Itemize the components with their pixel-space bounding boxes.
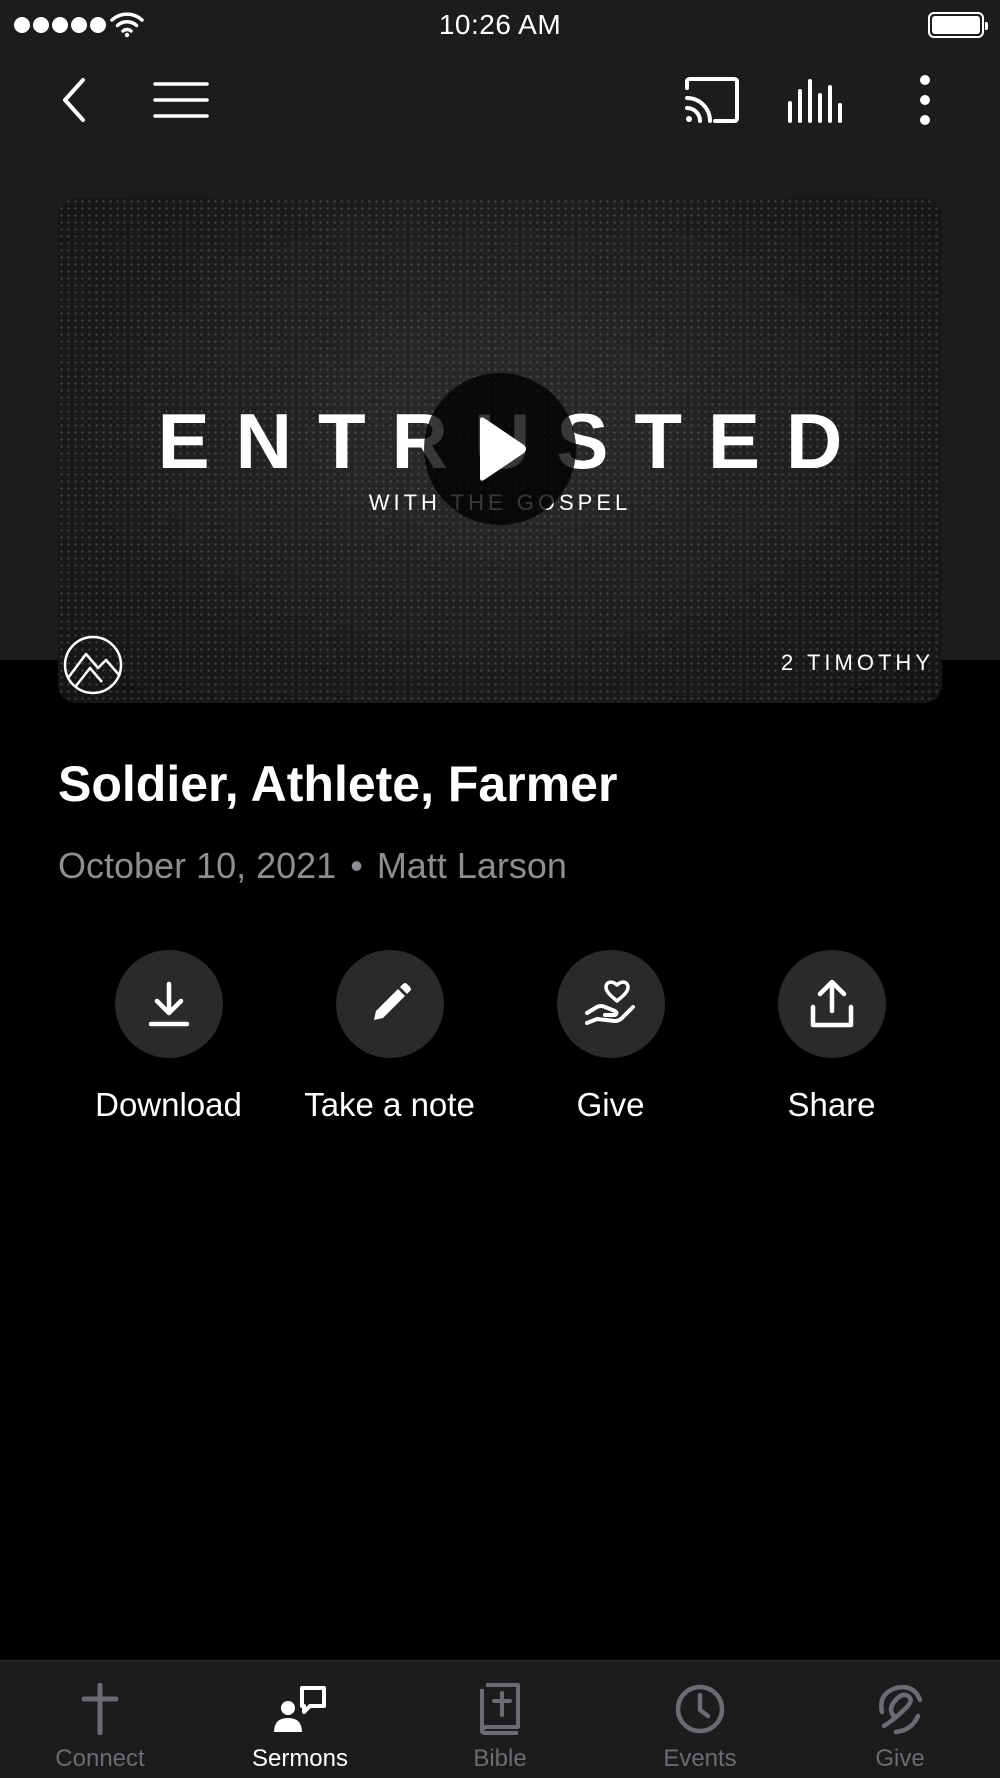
back-button[interactable] (46, 64, 102, 136)
cast-button[interactable] (676, 64, 748, 136)
tab-bible-label: Bible (473, 1745, 527, 1772)
more-options-button[interactable] (900, 64, 950, 136)
menu-button[interactable] (148, 64, 214, 136)
tab-connect-label: Connect (55, 1745, 145, 1772)
status-time: 10:26 AM (438, 9, 562, 40)
take-note-label: Take a note (304, 1086, 475, 1123)
sermon-title: Soldier, Athlete, Farmer (58, 756, 618, 812)
audio-button[interactable] (780, 64, 850, 136)
download-button[interactable]: Download (58, 950, 279, 1124)
give-label: Give (576, 1086, 645, 1123)
pencil-icon (373, 983, 411, 1020)
play-button[interactable] (424, 373, 576, 525)
tab-connect[interactable]: Connect (0, 1661, 200, 1778)
play-icon (480, 417, 526, 481)
tab-give-label: Give (875, 1745, 925, 1772)
download-icon (148, 981, 189, 1027)
share-label: Share (787, 1086, 876, 1123)
audio-bars-icon (788, 79, 842, 123)
hamburger-icon (153, 82, 209, 118)
take-note-circle[interactable] (335, 950, 444, 1058)
sermons-icon (272, 1681, 328, 1737)
tab-events[interactable]: Events (600, 1661, 800, 1778)
cross-icon (72, 1681, 128, 1737)
cast-icon (685, 77, 739, 123)
share-circle[interactable] (777, 950, 886, 1058)
action-row: Download Take a note Give Share (58, 950, 942, 1130)
download-label: Download (95, 1086, 242, 1123)
status-bar: 10:26 AM (0, 0, 1000, 50)
tab-give[interactable]: Give (800, 1661, 1000, 1778)
mountain-logo-icon (63, 635, 123, 695)
clock-icon (672, 1681, 728, 1737)
share-icon (810, 979, 853, 1028)
give-button[interactable]: Give (500, 950, 721, 1124)
tab-events-label: Events (663, 1745, 737, 1772)
sermon-date: October 10, 2021 (58, 845, 337, 886)
tab-bible[interactable]: Bible (400, 1661, 600, 1778)
sermon-speaker: Matt Larson (376, 845, 567, 886)
meta-separator: • (350, 845, 363, 886)
download-circle[interactable] (114, 950, 223, 1058)
more-vertical-icon (920, 75, 930, 125)
series-name: 2 TIMOTHY (781, 650, 934, 675)
take-note-button[interactable]: Take a note (279, 950, 500, 1124)
heart-hand-icon (584, 980, 635, 1025)
sermon-meta: October 10, 2021 • Matt Larson (58, 845, 567, 887)
tab-bar: Connect Sermons Bible Events Give (0, 1660, 1000, 1778)
share-button[interactable]: Share (721, 950, 942, 1124)
tab-sermons[interactable]: Sermons (200, 1661, 400, 1778)
sermon-artwork: ENTRUSTED WITH THE GOSPEL 2 TIMOTHY (58, 198, 942, 703)
chevron-left-icon (63, 78, 85, 122)
give-circle[interactable] (556, 950, 665, 1058)
bible-icon (472, 1681, 528, 1737)
tab-sermons-label: Sermons (251, 1745, 349, 1772)
give-icon (872, 1681, 928, 1737)
battery-icon (928, 12, 988, 38)
